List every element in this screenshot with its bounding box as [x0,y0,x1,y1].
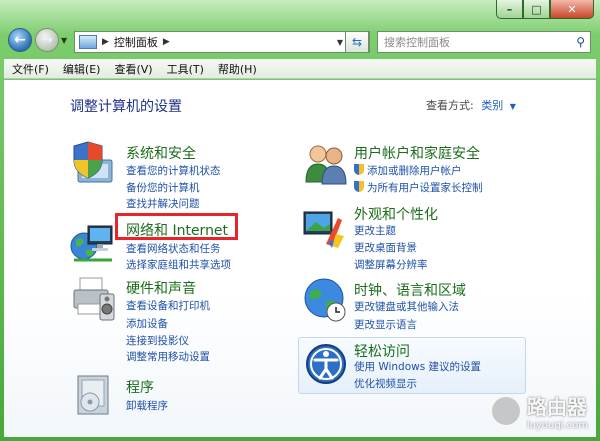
recent-pages-dropdown-icon[interactable]: ▼ [61,36,67,45]
link-mobility-settings[interactable]: 调整常用移动设置 [126,349,210,364]
category-programs-title[interactable]: 程序 [126,377,154,397]
category-hardware-sound-title[interactable]: 硬件和声音 [126,278,196,298]
menu-view[interactable]: 查看(V) [114,61,152,77]
shield-icon[interactable] [70,140,116,186]
highlight-box [115,213,238,240]
link-connect-projector[interactable]: 连接到投影仪 [126,333,189,348]
maximize-button[interactable]: □ [523,0,550,19]
printer-icon[interactable] [70,276,116,322]
link-uninstall-program[interactable]: 卸载程序 [126,398,168,413]
menu-file[interactable]: 文件(F) [12,61,49,77]
link-find-fix-problems[interactable]: 查找并解决问题 [126,196,200,211]
link-change-theme[interactable]: 更改主题 [354,223,396,238]
link-screen-resolution[interactable]: 调整屏幕分辨率 [354,257,428,272]
forward-button[interactable]: → [35,28,59,52]
link-backup-computer[interactable]: 备份您的计算机 [126,180,200,195]
link-add-remove-accounts[interactable]: 添加或删除用户帐户 [354,163,462,178]
menu-help[interactable]: 帮助(H) [218,61,257,77]
watermark-cn: 路由器 [526,395,587,419]
ease-of-access-icon[interactable] [304,342,350,388]
link-homegroup-sharing[interactable]: 选择家庭组和共享选项 [126,257,231,272]
link-optimize-video[interactable]: 优化视频显示 [354,376,417,391]
back-button[interactable]: ← [8,28,32,52]
link-add-device[interactable]: 添加设备 [126,316,168,331]
menu-tools[interactable]: 工具(T) [167,61,204,77]
breadcrumb-arrow-icon[interactable]: ▶ [102,37,109,47]
programs-icon[interactable] [70,372,116,418]
watermark-en: luyouqi.com [526,420,588,431]
content-area: 调整计算机的设置 查看方式: 类别 ▼ 系统和安全 查看您的计算机状态 备份您的… [4,80,596,437]
view-by-dropdown[interactable]: 类别 [481,99,503,112]
link-view-computer-status[interactable]: 查看您的计算机状态 [126,163,221,178]
chevron-down-icon[interactable]: ▼ [510,102,516,111]
uac-shield-icon [354,181,364,192]
link-change-keyboard[interactable]: 更改键盘或其他输入法 [354,299,459,314]
watermark: 路由器 luyouqi.com [488,391,588,431]
router-logo-icon [488,394,523,428]
link-devices-printers[interactable]: 查看设备和打印机 [126,298,210,313]
link-change-background[interactable]: 更改桌面背景 [354,240,417,255]
close-button[interactable]: ✕ [550,0,594,19]
category-user-accounts-title[interactable]: 用户帐户和家庭安全 [354,143,480,163]
breadcrumb-control-panel[interactable]: 控制面板 [114,34,158,50]
uac-shield-icon [354,164,364,175]
search-input[interactable]: 搜索控制面板 ⚲ [377,31,591,53]
window-frame: – □ ✕ ← → ▼ ▶ 控制面板 ▶ ▼ ⇆ 搜索控制面板 ⚲ 文件(F) … [0,0,600,441]
link-windows-recommended-settings[interactable]: 使用 Windows 建议的设置 [354,359,481,374]
caption-buttons: – □ ✕ [496,0,594,20]
category-system-security-title[interactable]: 系统和安全 [126,143,196,163]
link-change-display-language[interactable]: 更改显示语言 [354,317,417,332]
appearance-icon[interactable] [302,204,348,250]
address-dropdown-icon[interactable]: ▼ [337,38,343,47]
network-globe-icon[interactable] [70,220,116,266]
minimize-button[interactable]: – [496,0,523,19]
view-by: 查看方式: 类别 ▼ [426,97,516,113]
control-panel-icon [79,35,97,49]
view-by-label: 查看方式: [426,99,474,112]
address-bar[interactable]: ▶ 控制面板 ▶ ▼ ⇆ [74,31,370,53]
navigation-bar: ← → ▼ ▶ 控制面板 ▶ ▼ ⇆ 搜索控制面板 ⚲ [0,22,600,58]
menu-bar: 文件(F) 编辑(E) 查看(V) 工具(T) 帮助(H) [4,59,596,79]
category-clock-region-title[interactable]: 时钟、语言和区域 [354,280,466,300]
menu-edit[interactable]: 编辑(E) [63,61,101,77]
search-icon[interactable]: ⚲ [576,35,585,49]
link-parental-controls[interactable]: 为所有用户设置家长控制 [354,180,483,195]
users-icon[interactable] [302,140,348,186]
refresh-button[interactable]: ⇆ [345,31,369,53]
category-appearance-title[interactable]: 外观和个性化 [354,204,438,224]
clock-globe-icon[interactable] [302,276,348,322]
category-ease-of-access-title[interactable]: 轻松访问 [354,341,410,361]
page-title: 调整计算机的设置 [70,99,182,115]
breadcrumb-arrow-icon[interactable]: ▶ [163,37,170,47]
link-view-network-status[interactable]: 查看网络状态和任务 [126,241,221,256]
search-placeholder: 搜索控制面板 [384,36,450,49]
watermark-text: 路由器 luyouqi.com [527,391,588,431]
